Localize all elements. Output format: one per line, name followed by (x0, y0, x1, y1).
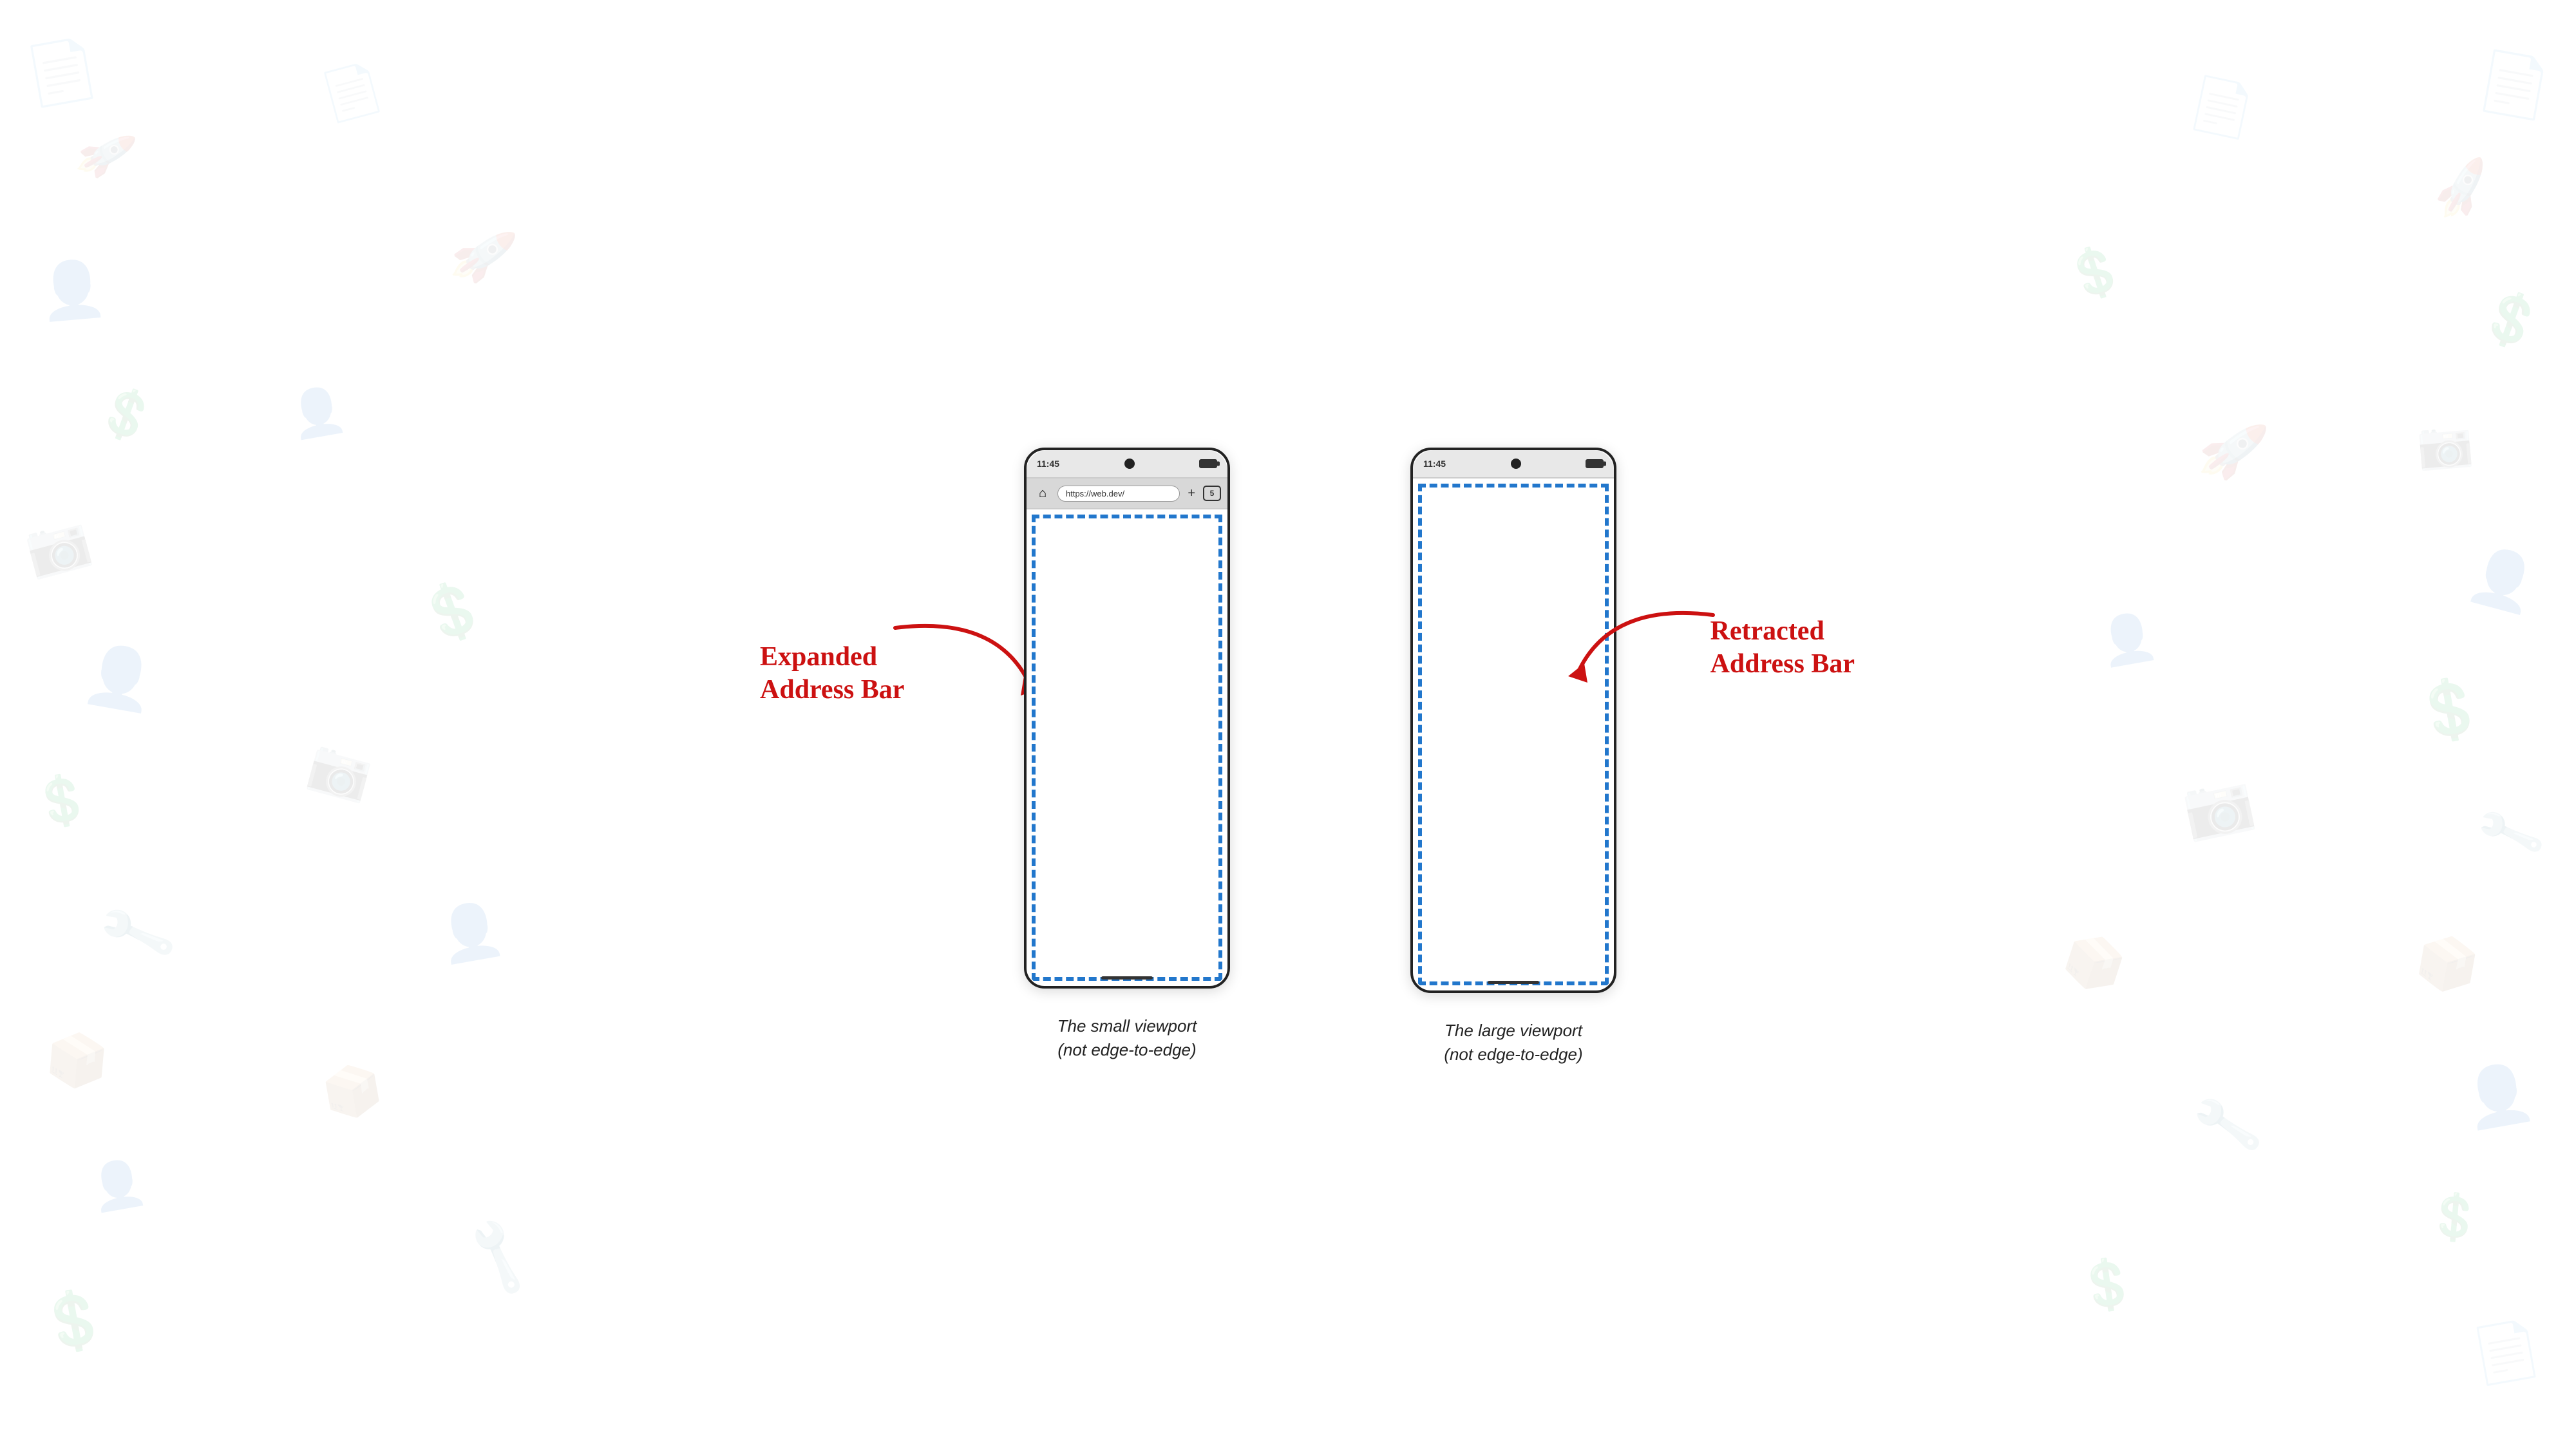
right-phone: 11:45 (1410, 448, 1616, 993)
right-status-time: 11:45 (1423, 459, 1446, 469)
left-battery (1199, 459, 1217, 468)
right-home-bar (1488, 981, 1539, 984)
left-status-bar: 11:45 (1027, 450, 1227, 478)
left-camera-dot (1124, 459, 1135, 469)
left-viewport-indicator (1032, 515, 1222, 981)
scene-container: Expanded Address Bar 11:45 (773, 448, 1803, 1066)
left-address-bar[interactable]: ⌂ https://web.dev/ + 5 (1027, 478, 1227, 509)
left-phone-label: The small viewport (not edge-to-edge) (1018, 1014, 1236, 1061)
right-label-line2: (not edge-to-edge) (1444, 1045, 1582, 1064)
right-annotation: Retracted Address Bar (1710, 615, 1855, 680)
left-label-line1: The small viewport (1057, 1016, 1197, 1036)
left-label-line2: (not edge-to-edge) (1057, 1040, 1196, 1059)
tabs-count-button[interactable]: 5 (1203, 486, 1221, 501)
right-camera-dot (1511, 459, 1521, 469)
right-phone-content (1413, 478, 1614, 990)
right-annotation-line2: Address Bar (1710, 649, 1855, 679)
home-icon: ⌂ (1033, 484, 1052, 503)
url-text: https://web.dev/ (1066, 489, 1124, 498)
right-battery-icon (1586, 459, 1604, 468)
left-phone: 11:45 ⌂ https://web.dev/ + 5 (1024, 448, 1230, 989)
main-content: Expanded Address Bar 11:45 (0, 0, 2576, 1449)
url-input[interactable]: https://web.dev/ (1057, 486, 1180, 502)
right-phone-label: The large viewport (not edge-to-edge) (1404, 1019, 1623, 1066)
left-annotation-line1: Expanded (760, 642, 877, 672)
right-label-line1: The large viewport (1444, 1021, 1582, 1040)
right-viewport-indicator (1418, 484, 1609, 985)
right-status-bar: 11:45 (1413, 450, 1614, 478)
right-battery (1586, 459, 1604, 468)
left-annotation: Expanded Address Bar (760, 641, 904, 706)
left-annotation-line2: Address Bar (760, 675, 904, 705)
left-home-bar (1101, 976, 1153, 980)
left-phone-content (1027, 509, 1227, 986)
new-tab-button[interactable]: + (1185, 486, 1198, 501)
left-status-time: 11:45 (1037, 459, 1059, 469)
left-battery-icon (1199, 459, 1217, 468)
right-annotation-line1: Retracted (1710, 616, 1824, 646)
